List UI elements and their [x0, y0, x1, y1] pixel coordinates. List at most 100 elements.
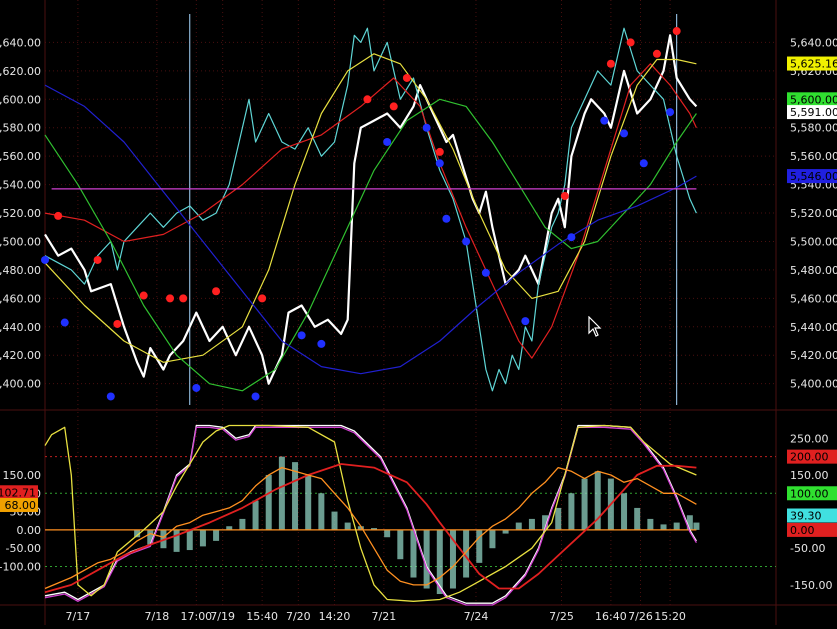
time-axis-label: 7/18 [145, 610, 170, 623]
price-right-tick-label: 5,460.00 [790, 292, 837, 305]
time-axis-label: 14:20 [319, 610, 351, 623]
histogram-bar [331, 511, 338, 530]
blue-signal-dot [435, 159, 444, 168]
time-axis-label: 7/19 [210, 610, 235, 623]
price-right-tick-label: 5,420.00 [790, 349, 837, 362]
blue-signal-dot [521, 317, 530, 326]
time-axis-label: 16:40 [595, 610, 627, 623]
blue-signal-dot [639, 159, 648, 168]
oscillator-right-tick-label: -150.00 [790, 579, 832, 592]
trading-chart: 5,400.00 5,400.00 5,420.00 5,420.00 5,440.00… [0, 0, 837, 625]
red-signal-dot [606, 59, 615, 68]
time-axis-label: 15:20 [654, 610, 686, 623]
price-left-tick-label: 5,420.00 [0, 349, 41, 362]
time-axis-label: 7/26 [628, 610, 653, 623]
price-left-tick-label: 5,600.00 [0, 93, 41, 106]
price-right-tick-label: 5,520.00 [790, 207, 837, 220]
blue-signal-dot [41, 255, 49, 264]
red-signal-dot [179, 294, 188, 303]
histogram-bar [568, 493, 575, 530]
time-axis-label: 17:00 [180, 610, 212, 623]
time-axis-label: 7/17 [66, 610, 91, 623]
red-signal-dot [54, 211, 63, 220]
price-left-tick-label: 5,640.00 [0, 36, 41, 49]
histogram-bar [213, 529, 220, 541]
histogram-bar [581, 478, 588, 530]
red-signal-dot [166, 294, 175, 303]
red-signal-dot [212, 287, 221, 296]
time-axis-label: 7/24 [464, 610, 489, 623]
price-right-tick-label: 5,440.00 [790, 321, 837, 334]
histogram-bar [621, 493, 628, 530]
oscillator-left-tick-label: -50.00 [6, 542, 41, 555]
histogram-bar [384, 529, 391, 538]
histogram-bar [647, 518, 654, 530]
price-value-badge-text: 5,546.00 [790, 170, 837, 183]
price-left-tick-label: 5,580.00 [0, 122, 41, 135]
price-right-tick-label: 5,480.00 [790, 264, 837, 277]
price-value-badge-text: 5,591.00 [790, 106, 837, 119]
blue-signal-dot [60, 318, 69, 327]
oscillator-right-badge-text: 200.00 [790, 451, 829, 464]
blue-signal-dot [422, 123, 431, 132]
histogram-bar [344, 522, 351, 530]
red-signal-dot [672, 27, 681, 36]
oscillator-left-tick-label: -100.00 [0, 561, 41, 574]
red-signal-dot [402, 73, 411, 82]
price-left-tick-label: 5,520.00 [0, 207, 41, 220]
histogram-bar [693, 522, 700, 530]
blue-signal-dot [567, 233, 576, 242]
oscillator-left-badge-text: 102.71 [0, 486, 36, 499]
price-value-badge-text: 5,625.16 [790, 58, 837, 71]
red-signal-dot [389, 102, 398, 111]
oscillator-left-tick-label: 0.00 [17, 524, 42, 537]
price-left-tick-label: 5,620.00 [0, 65, 41, 78]
red-signal-dot [560, 191, 569, 200]
histogram-bar [397, 529, 404, 560]
histogram-bar [489, 529, 496, 549]
histogram-bar [305, 474, 312, 530]
histogram-bar [265, 474, 272, 530]
price-left-tick-label: 5,480.00 [0, 264, 41, 277]
blue-signal-dot [600, 116, 609, 125]
price-right-tick-label: 5,640.00 [790, 36, 837, 49]
time-axis-label: 7/20 [286, 610, 311, 623]
time-axis-label: 15:40 [246, 610, 278, 623]
price-right-tick-label: 5,500.00 [790, 235, 837, 248]
red-signal-dot [93, 255, 102, 264]
histogram-bar [199, 529, 206, 547]
oscillator-right-tick-label: 150.00 [790, 469, 829, 482]
red-signal-dot [652, 49, 661, 58]
price-right-tick-label: 5,560.00 [790, 150, 837, 163]
oscillator-right-tick-label: 250.00 [790, 432, 829, 445]
histogram-bar [173, 529, 180, 552]
histogram-bar [318, 493, 325, 530]
blue-signal-dot [481, 268, 490, 277]
histogram-bar [673, 522, 680, 530]
histogram-bar [634, 507, 641, 530]
blue-signal-dot [251, 392, 260, 401]
red-signal-dot [363, 95, 372, 104]
price-left-tick-label: 5,540.00 [0, 179, 41, 192]
histogram-bar [239, 518, 246, 530]
oscillator-right-tick-label: -50.00 [790, 542, 825, 555]
price-left-tick-label: 5,460.00 [0, 292, 41, 305]
blue-signal-dot [317, 339, 326, 348]
histogram-bar [186, 529, 193, 551]
time-axis-label: 7/21 [372, 610, 397, 623]
blue-signal-dot [297, 331, 306, 340]
red-signal-dot [139, 291, 148, 300]
price-left-tick-label: 5,440.00 [0, 321, 41, 334]
red-signal-dot [258, 294, 267, 303]
histogram-bar [660, 524, 667, 530]
blue-signal-dot [106, 392, 115, 401]
oscillator-left-tick-label: 150.00 [3, 469, 42, 482]
blue-signal-dot [666, 108, 675, 117]
price-left-tick-label: 5,500.00 [0, 235, 41, 248]
oscillator-right-badge-text: 39.30 [790, 510, 822, 523]
blue-signal-dot [462, 237, 471, 246]
histogram-bar [515, 522, 522, 530]
price-right-tick-label: 5,580.00 [790, 122, 837, 135]
price-right-tick-label: 5,400.00 [790, 378, 837, 391]
oscillator-right-badge-text: 0.00 [790, 524, 815, 537]
